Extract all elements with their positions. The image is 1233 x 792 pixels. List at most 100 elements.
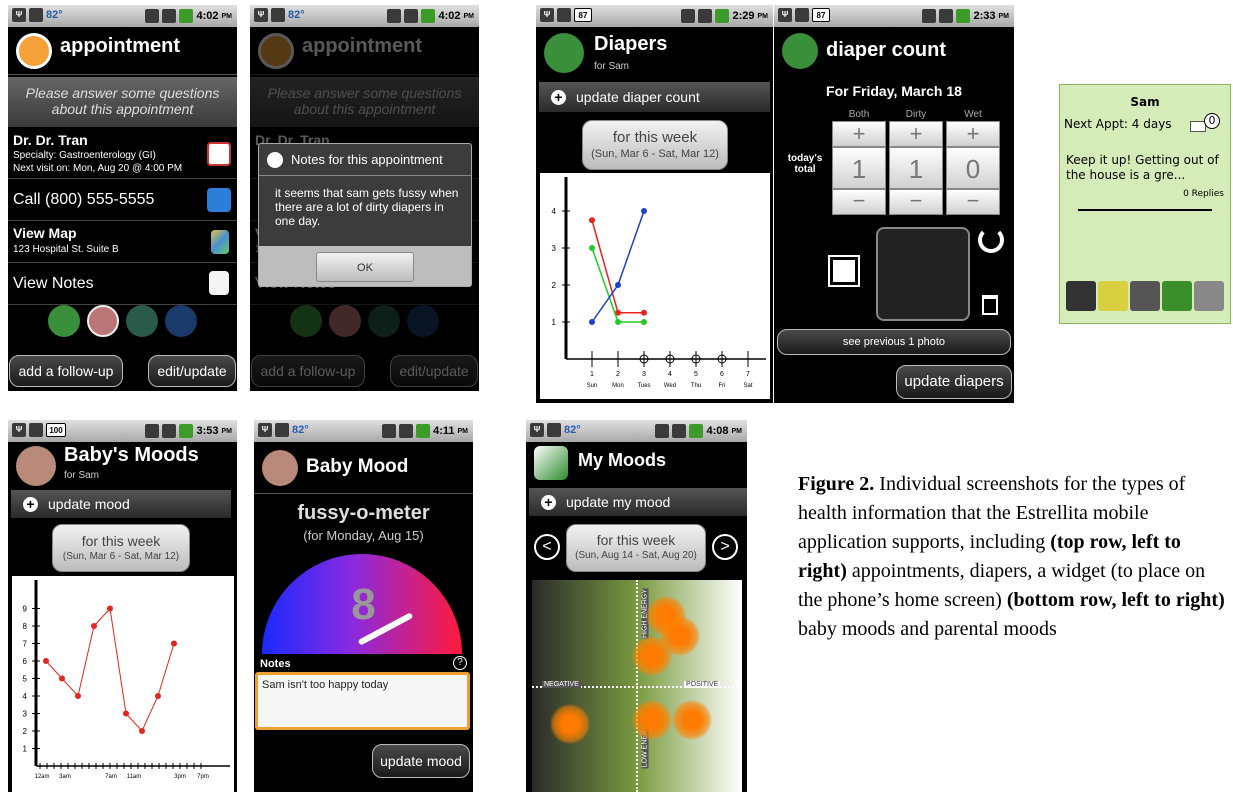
vibrate-icon (681, 9, 696, 23)
chart-icon (368, 305, 400, 337)
diapers-screen: Ψ 87 2:29 PM Diapers for Sam + update diape… (536, 5, 773, 403)
next-week-button[interactable]: > (712, 534, 738, 560)
data-point (59, 675, 65, 682)
clock: 2:29 (732, 10, 755, 22)
signal-icon (698, 9, 713, 23)
update-my-mood-bar[interactable]: + update my mood (529, 488, 747, 516)
dialog-title: Notes for this appointment (291, 152, 443, 167)
y-tick-label: 2 (552, 281, 557, 290)
status-bar: Ψ 100 3:53 PM (8, 420, 237, 442)
data-point (155, 693, 161, 699)
update-mood-button[interactable]: update mood (372, 744, 470, 778)
update-diaper-count-bar[interactable]: + update diaper count (539, 82, 770, 112)
notes-row[interactable]: View Notes (8, 263, 237, 305)
map-row[interactable]: View Map 123 Hospital St. Suite B (8, 221, 237, 263)
notification-icon (795, 8, 809, 22)
see-previous-photo-button[interactable]: see previous 1 photo (777, 329, 1011, 355)
week-selector[interactable]: for this week (Sun, Mar 6 - Sat, Mar 12) (52, 524, 190, 572)
diaper-icon[interactable] (48, 305, 80, 337)
week-selector[interactable]: for this week (Sun, Mar 6 - Sat, Mar 12) (582, 120, 728, 170)
series-line (591, 210, 645, 323)
photo-frame[interactable] (876, 227, 970, 321)
doctor-specialty: Specialty: Gastroenterology (GI) (13, 150, 156, 161)
meter-date: (for Monday, Aug 15) (303, 528, 424, 543)
my-moods-screen: Ψ 82° 4:08 PM My Moods + update my mood < f… (526, 420, 747, 792)
data-point (641, 309, 647, 316)
clock-icon[interactable] (165, 305, 197, 337)
update-diapers-button[interactable]: update diapers (896, 365, 1012, 399)
y-tick-label: 6 (23, 657, 28, 666)
calendar-icon (16, 33, 52, 69)
widget-replies: 0 Replies (1183, 189, 1224, 199)
tree-icon[interactable] (1162, 281, 1192, 311)
save-icon[interactable] (828, 255, 860, 287)
x-tick-label: 11am (127, 774, 142, 780)
page-title: Baby Mood (306, 456, 409, 477)
mood-point[interactable] (632, 700, 672, 740)
y-tick-label: 7 (23, 640, 28, 649)
baby-mood-icon (262, 450, 298, 486)
clock: 4:11 (433, 425, 455, 437)
app-header: Diapers for Sam (536, 27, 773, 79)
mood-point[interactable] (632, 636, 672, 676)
x-tick-label: 3am (59, 774, 71, 780)
question-banner[interactable]: Please answer some questions about this … (8, 77, 237, 127)
update-mood-bar[interactable]: + update mood (11, 490, 231, 518)
baby-mood-icon (329, 305, 361, 337)
edit-update-button[interactable]: edit/update (148, 355, 236, 387)
wet-decrement-button[interactable]: − (946, 189, 1000, 215)
clock: 3:53 (196, 425, 219, 437)
speaker-icon[interactable] (1130, 281, 1160, 311)
x-tick-label: 7am (105, 774, 117, 780)
mood-grid[interactable]: HIGH ENERGY LOW ENERGY NEGATIVE POSITIVE (532, 580, 742, 792)
row-label: today's total (787, 153, 823, 175)
status-bar: Ψ 82° 4:08 PM (526, 420, 747, 442)
y-tick-label: 1 (552, 318, 557, 327)
baby-mood-chart: 1 2 3 4 5 6 7 8 9 12am 3am 7am 11am 3pm 7pm (12, 576, 234, 792)
dialog-header: Notes for this appointment (259, 144, 471, 176)
x-day-label: Tues (637, 383, 650, 389)
x-tick-label: 7 (746, 371, 750, 378)
diaper-icon[interactable] (1066, 281, 1096, 311)
dirty-decrement-button[interactable]: − (889, 189, 943, 215)
appointment-screen: Ψ 82° 4:02 PM appointment Please answer so… (8, 5, 237, 391)
wet-increment-button[interactable]: + (946, 121, 1000, 147)
usb-icon: Ψ (530, 423, 544, 437)
data-point (43, 658, 49, 664)
dirty-increment-button[interactable]: + (889, 121, 943, 147)
ok-button[interactable]: OK (316, 252, 414, 282)
question-banner: Please answer some questions about this … (250, 77, 479, 127)
chart-icon[interactable] (126, 305, 158, 337)
x-tick-label: 4 (668, 371, 672, 378)
usb-icon: Ψ (254, 8, 268, 22)
add-follow-up-button: add a follow-up (251, 355, 365, 387)
call-row[interactable]: Call (800) 555-5555 (8, 179, 237, 221)
trash-icon[interactable] (982, 295, 998, 315)
week-label: for this week (612, 129, 698, 146)
battery-level-icon: 100 (46, 423, 66, 437)
mood-point[interactable] (550, 704, 590, 744)
diaper-icon (782, 33, 818, 69)
prev-week-button[interactable]: < (534, 534, 560, 560)
battery-icon (421, 9, 436, 23)
both-increment-button[interactable]: + (832, 121, 886, 147)
baby-icon[interactable] (1194, 281, 1224, 311)
baby-mood-icon[interactable] (87, 305, 119, 337)
rotate-icon[interactable] (978, 227, 1004, 253)
week-selector[interactable]: for this week (Sun, Aug 14 - Sat, Aug 20… (566, 524, 706, 572)
help-icon[interactable]: ? (453, 656, 467, 670)
page-title: Baby's Moods (64, 444, 199, 466)
y-tick-label: 4 (552, 207, 557, 216)
both-decrement-button[interactable]: − (832, 189, 886, 215)
clock-icon (407, 305, 439, 337)
mood-point[interactable] (672, 700, 712, 740)
widget-message: Keep it up! Getting out of the house is … (1066, 153, 1219, 182)
add-follow-up-button[interactable]: add a follow-up (9, 355, 123, 387)
home-widget[interactable]: Sam Next Appt: 4 days 0 Keep it up! Gett… (1059, 84, 1231, 324)
music-icon[interactable] (1098, 281, 1128, 311)
page-title: diaper count (826, 39, 947, 61)
doctor-row[interactable]: Dr. Dr. Tran Specialty: Gastroenterology… (8, 129, 237, 179)
data-point (589, 319, 595, 325)
notes-input[interactable]: Sam isn't too happy today (255, 672, 470, 730)
data-point (589, 245, 595, 251)
